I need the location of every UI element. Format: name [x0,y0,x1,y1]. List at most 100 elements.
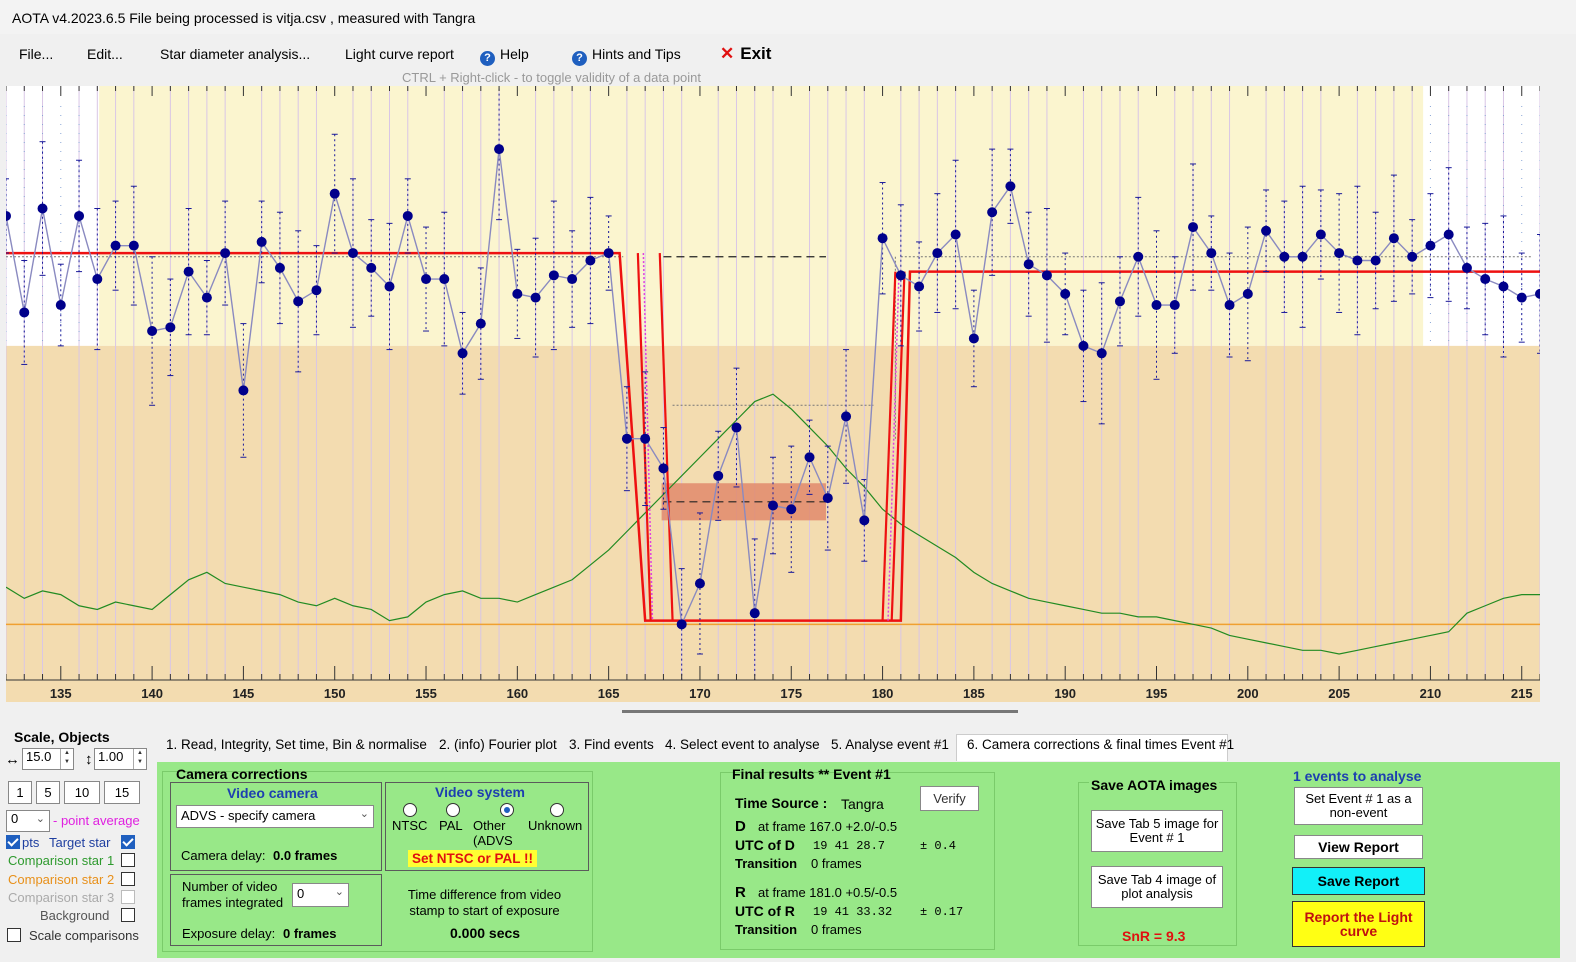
save-report-button[interactable]: Save Report [1292,867,1425,895]
chevron-down-icon: ⌄ [334,886,344,898]
target-point [475,318,486,329]
target-point [1133,251,1144,262]
target-point [895,270,906,281]
time-source-label: Time Source : [735,795,828,811]
menu-file[interactable]: File... [19,46,53,62]
target-point [1370,255,1381,266]
plot-scrollbar[interactable] [622,710,1018,713]
x-tick-label: 185 [963,686,985,701]
target-point [256,236,267,247]
menu-star-diameter[interactable]: Star diameter analysis... [160,46,310,62]
camera-select-value: ADVS - specify camera [181,808,316,823]
menu-edit[interactable]: Edit... [87,46,123,62]
target-point [1151,300,1162,311]
radio-unknown[interactable] [550,803,564,817]
target-point [548,270,559,281]
exposure-delay-value: 0 frames [283,926,337,941]
target-point [311,285,322,296]
tab-find-events[interactable]: 3. Find events [569,737,654,752]
r-frame-value: at frame 181.0 +0.5/-0.5 [758,885,898,900]
target-point [183,266,194,277]
events-count: 1 events to analyse [1293,768,1422,784]
target-point [658,463,669,474]
target-point [1461,262,1472,273]
menu-exit[interactable]: ✕ Exit [720,44,771,64]
radio-pal[interactable] [446,803,460,817]
x-tick-label: 200 [1237,686,1259,701]
x-tick-label: 175 [780,686,802,701]
exposure-delay-label: Exposure delay: [182,926,276,941]
target-point [822,493,833,504]
target-point [694,578,705,589]
frames-integrated-select[interactable]: 0 ⌄ [292,883,349,907]
transition-d-value: 0 frames [811,856,862,871]
camera-corrections-title: Camera corrections [176,766,308,782]
menu-light-curve-report[interactable]: Light curve report [345,46,454,62]
camera-delay-value: 0.0 frames [273,848,338,863]
save-tab4-button[interactable]: Save Tab 4 image of plot analysis [1091,866,1223,908]
frames-integrated-value: 0 [297,886,305,901]
x-tick-label: 145 [233,686,255,701]
target-point [1425,240,1436,251]
close-x-icon: ✕ [720,44,735,63]
transition-d-label: Transition [735,856,798,871]
ntsc-pal-warning: Set NTSC or PAL !! [408,850,538,867]
x-tick-label: 150 [324,686,346,701]
menu-hints[interactable]: ? Hints and Tips [572,46,681,66]
target-point [421,274,432,285]
target-point [6,210,11,221]
target-point [55,300,66,311]
tab-fourier-plot[interactable]: 2. (info) Fourier plot [439,737,557,752]
view-report-button[interactable]: View Report [1294,835,1423,859]
radio-ntsc[interactable] [403,803,417,817]
target-point [402,210,413,221]
time-difference-label: Time difference from video stamp to star… [407,887,562,918]
menu-help-label: Help [500,46,529,62]
unknown-label: Unknown [528,818,583,833]
target-point [640,433,651,444]
target-point [1297,251,1308,262]
target-point [147,326,158,337]
light-curve-plot[interactable]: 135 140 145 150 155 160 165 170 175 180 185 190 195 2… [6,86,1540,702]
verify-button[interactable]: Verify [920,786,979,811]
target-point [877,233,888,244]
target-point [1498,281,1509,292]
camera-corrections-panel: Camera corrections Video camera ADVS - s… [157,762,1560,958]
target-point [1169,300,1180,311]
menu-hints-label: Hints and Tips [592,46,681,62]
tab-read-integrity[interactable]: 1. Read, Integrity, Set time, Bin & norm… [166,737,427,752]
x-tick-label: 210 [1420,686,1442,701]
target-point [841,411,852,422]
target-point [457,348,468,359]
target-point [1096,348,1107,359]
target-point [238,385,249,396]
snr-value: SnR = 9.3 [1122,928,1186,944]
target-point [567,274,578,285]
radio-other[interactable] [500,803,514,817]
target-point [1242,288,1253,299]
menu-help[interactable]: ? Help [480,46,529,66]
save-tab5-button[interactable]: Save Tab 5 image for Event # 1 [1091,810,1223,852]
camera-select[interactable]: ADVS - specify camera ⌄ [176,805,374,828]
d-frame-value: at frame 167.0 +2.0/-0.5 [758,819,898,834]
transition-r-value: 0 frames [811,922,862,937]
target-point [74,210,85,221]
tab-select-event[interactable]: 4. Select event to analyse [665,737,820,752]
pal-label: PAL [439,818,463,833]
target-point [439,274,450,285]
utc-r-error: ± 0.17 [920,905,964,919]
target-point [1407,251,1418,262]
x-tick-label: 180 [872,686,894,701]
tab-camera-corrections[interactable]: 6. Camera corrections & final times Even… [967,737,1234,752]
report-light-curve-button[interactable]: Report the Light curve [1292,901,1425,947]
video-camera-title: Video camera [227,785,318,801]
set-non-event-button[interactable]: Set Event # 1 as a non-event [1294,787,1423,825]
target-point [19,307,30,318]
target-point [1005,181,1016,192]
x-tick-label: 155 [415,686,437,701]
utc-r-value: 19 41 33.32 [813,905,893,919]
hint-text: CTRL + Right-click - to toggle validity … [402,70,702,85]
target-point [749,608,760,619]
target-point [603,248,614,259]
tab-analyse-event[interactable]: 5. Analyse event #1 [831,737,949,752]
